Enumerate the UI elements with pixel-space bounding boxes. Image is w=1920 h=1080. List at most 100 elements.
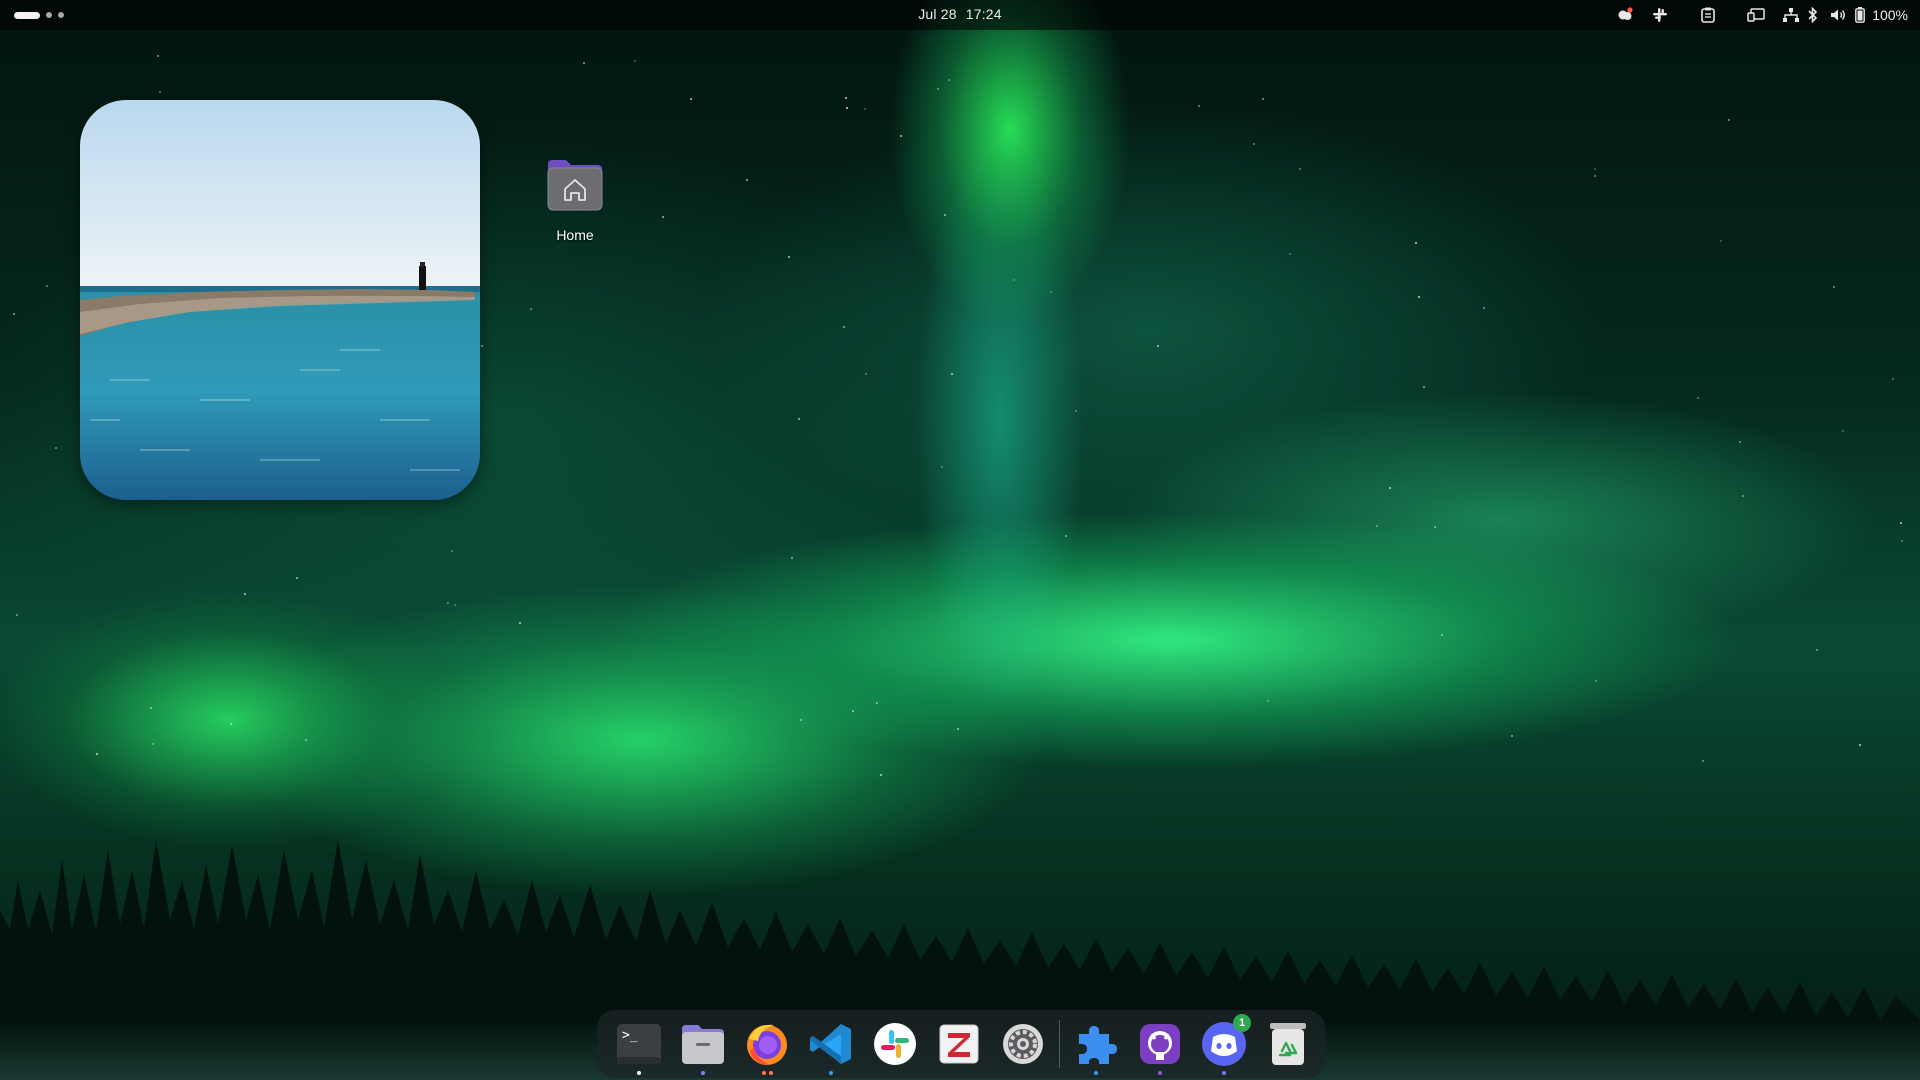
star <box>880 774 882 776</box>
system-tray[interactable]: 100% <box>1614 0 1908 30</box>
star <box>296 577 298 579</box>
star <box>864 108 866 110</box>
star <box>1267 700 1269 702</box>
firefox-icon <box>747 1024 787 1065</box>
files-icon <box>682 1025 724 1064</box>
dock-app-github-desktop[interactable] <box>1128 1012 1192 1076</box>
slack-tray-icon[interactable] <box>1636 0 1684 30</box>
top-bar: Jul 28 17:24 100% <box>0 0 1920 30</box>
star <box>662 216 664 218</box>
network-icon[interactable] <box>1780 0 1802 30</box>
dock-app-files[interactable] <box>671 1012 735 1076</box>
notification-bell-icon[interactable] <box>1614 0 1636 30</box>
star <box>583 62 585 64</box>
star <box>1720 240 1722 242</box>
star <box>157 55 159 57</box>
bluetooth-icon[interactable] <box>1802 0 1824 30</box>
github-icon <box>1140 1024 1180 1064</box>
photo-frame-widget[interactable] <box>80 100 480 500</box>
dock-app-extensions[interactable] <box>1064 1012 1128 1076</box>
date-label: Jul 28 <box>918 6 957 22</box>
star <box>454 604 456 606</box>
desktop-icon-home[interactable]: Home <box>538 158 612 243</box>
star <box>1594 168 1596 170</box>
star <box>852 710 854 712</box>
star <box>1050 291 1052 293</box>
star <box>244 593 246 595</box>
star <box>791 557 793 559</box>
star <box>1434 526 1436 528</box>
dock-app-firefox[interactable] <box>735 1012 799 1076</box>
star <box>1013 279 1015 281</box>
running-indicator <box>1192 1071 1256 1075</box>
star <box>530 308 532 310</box>
star <box>159 91 161 93</box>
star <box>55 447 57 449</box>
star <box>876 702 878 704</box>
star <box>690 98 692 100</box>
star <box>150 707 152 709</box>
star <box>1594 175 1596 177</box>
star <box>1728 119 1730 121</box>
battery-icon[interactable] <box>1852 0 1868 30</box>
dock-app-discord[interactable]: 1 <box>1192 1012 1256 1076</box>
star <box>230 723 232 725</box>
star <box>798 418 800 420</box>
dock-app-vscode[interactable] <box>799 1012 863 1076</box>
dock-separator <box>1059 1020 1060 1068</box>
star <box>96 753 98 755</box>
star <box>1842 430 1844 432</box>
running-indicator <box>671 1071 735 1075</box>
svg-text:>_: >_ <box>622 1028 638 1043</box>
star <box>957 728 959 730</box>
star <box>865 373 867 375</box>
star <box>1065 535 1067 537</box>
star <box>843 326 845 328</box>
dock-app-slack[interactable] <box>863 1012 927 1076</box>
dock: >_ 1 <box>597 1010 1325 1078</box>
star <box>634 60 636 62</box>
star <box>1892 378 1894 380</box>
running-indicator <box>1064 1071 1128 1075</box>
dock-app-trash[interactable] <box>1256 1012 1320 1076</box>
volume-icon[interactable] <box>1824 0 1852 30</box>
star <box>944 214 946 216</box>
star <box>1418 296 1420 298</box>
star <box>13 313 15 315</box>
star <box>941 466 943 468</box>
star <box>152 743 154 745</box>
star <box>1816 649 1818 651</box>
star <box>1299 168 1301 170</box>
star <box>1289 253 1291 255</box>
star <box>451 550 453 552</box>
star <box>1441 634 1443 636</box>
zotero-icon <box>939 1024 979 1064</box>
battery-percentage: 100% <box>1872 7 1908 23</box>
dock-app-zotero[interactable] <box>927 1012 991 1076</box>
star <box>1389 487 1391 489</box>
dock-app-terminal[interactable]: >_ <box>607 1012 671 1076</box>
star <box>1742 495 1744 497</box>
seaside-breakwater-photo <box>80 100 480 500</box>
dock-app-settings[interactable] <box>991 1012 1055 1076</box>
screen-cast-icon[interactable] <box>1732 0 1780 30</box>
clipboard-icon[interactable] <box>1684 0 1732 30</box>
star <box>845 97 847 99</box>
star <box>1739 441 1741 443</box>
star <box>948 79 950 81</box>
star <box>1262 98 1264 100</box>
home-folder-icon <box>547 160 603 211</box>
star <box>1833 286 1835 288</box>
running-indicator <box>735 1071 799 1075</box>
slack-icon <box>874 1023 916 1065</box>
star <box>1511 735 1513 737</box>
settings-icon <box>1003 1024 1043 1064</box>
star <box>1900 522 1902 524</box>
running-indicator <box>1128 1071 1192 1075</box>
star <box>1483 307 1485 309</box>
star <box>951 373 953 375</box>
star <box>900 135 902 137</box>
desktop-icon-label: Home <box>556 227 594 243</box>
star <box>1423 386 1425 388</box>
star <box>1157 345 1159 347</box>
